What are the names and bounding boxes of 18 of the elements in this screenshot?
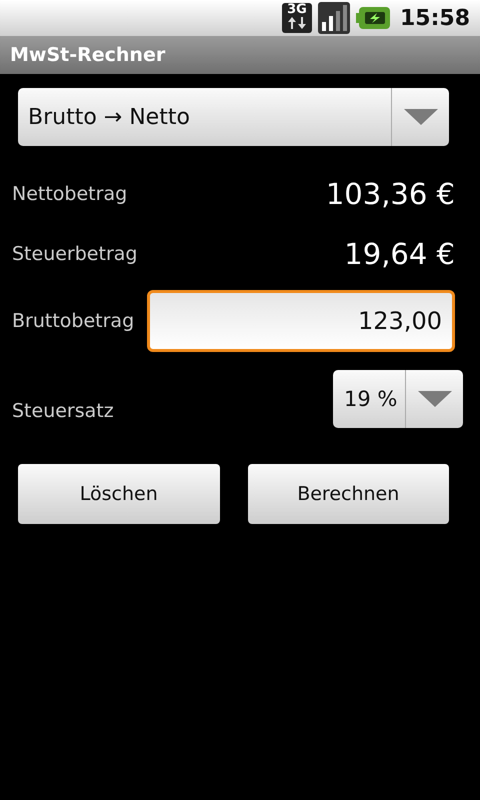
dropdown-arrow-icon (404, 109, 438, 125)
field-label: Bruttobetrag (12, 310, 134, 332)
field-label: Steuersatz (12, 400, 114, 424)
window-title: MwSt-Rechner (0, 36, 480, 74)
battery-icon (356, 7, 390, 29)
gross-amount-field[interactable]: 123,00 (147, 290, 455, 352)
tax-rate-dropdown[interactable]: 19 % (333, 370, 463, 428)
result-value: 103,36 € (326, 177, 455, 211)
network-icon: 3G (282, 3, 312, 33)
mode-dropdown[interactable]: Brutto → Netto (18, 88, 449, 146)
action-button[interactable]: Berechnen (248, 464, 449, 524)
dropdown-arrow-icon (418, 391, 452, 407)
clock: 15:58 (400, 6, 470, 30)
result-value: 19,64 € (344, 237, 455, 271)
action-button[interactable]: Löschen (18, 464, 220, 524)
result-label: Nettobetrag (12, 183, 128, 205)
result-label: Steuerbetrag (12, 243, 138, 265)
signal-icon (318, 2, 350, 34)
